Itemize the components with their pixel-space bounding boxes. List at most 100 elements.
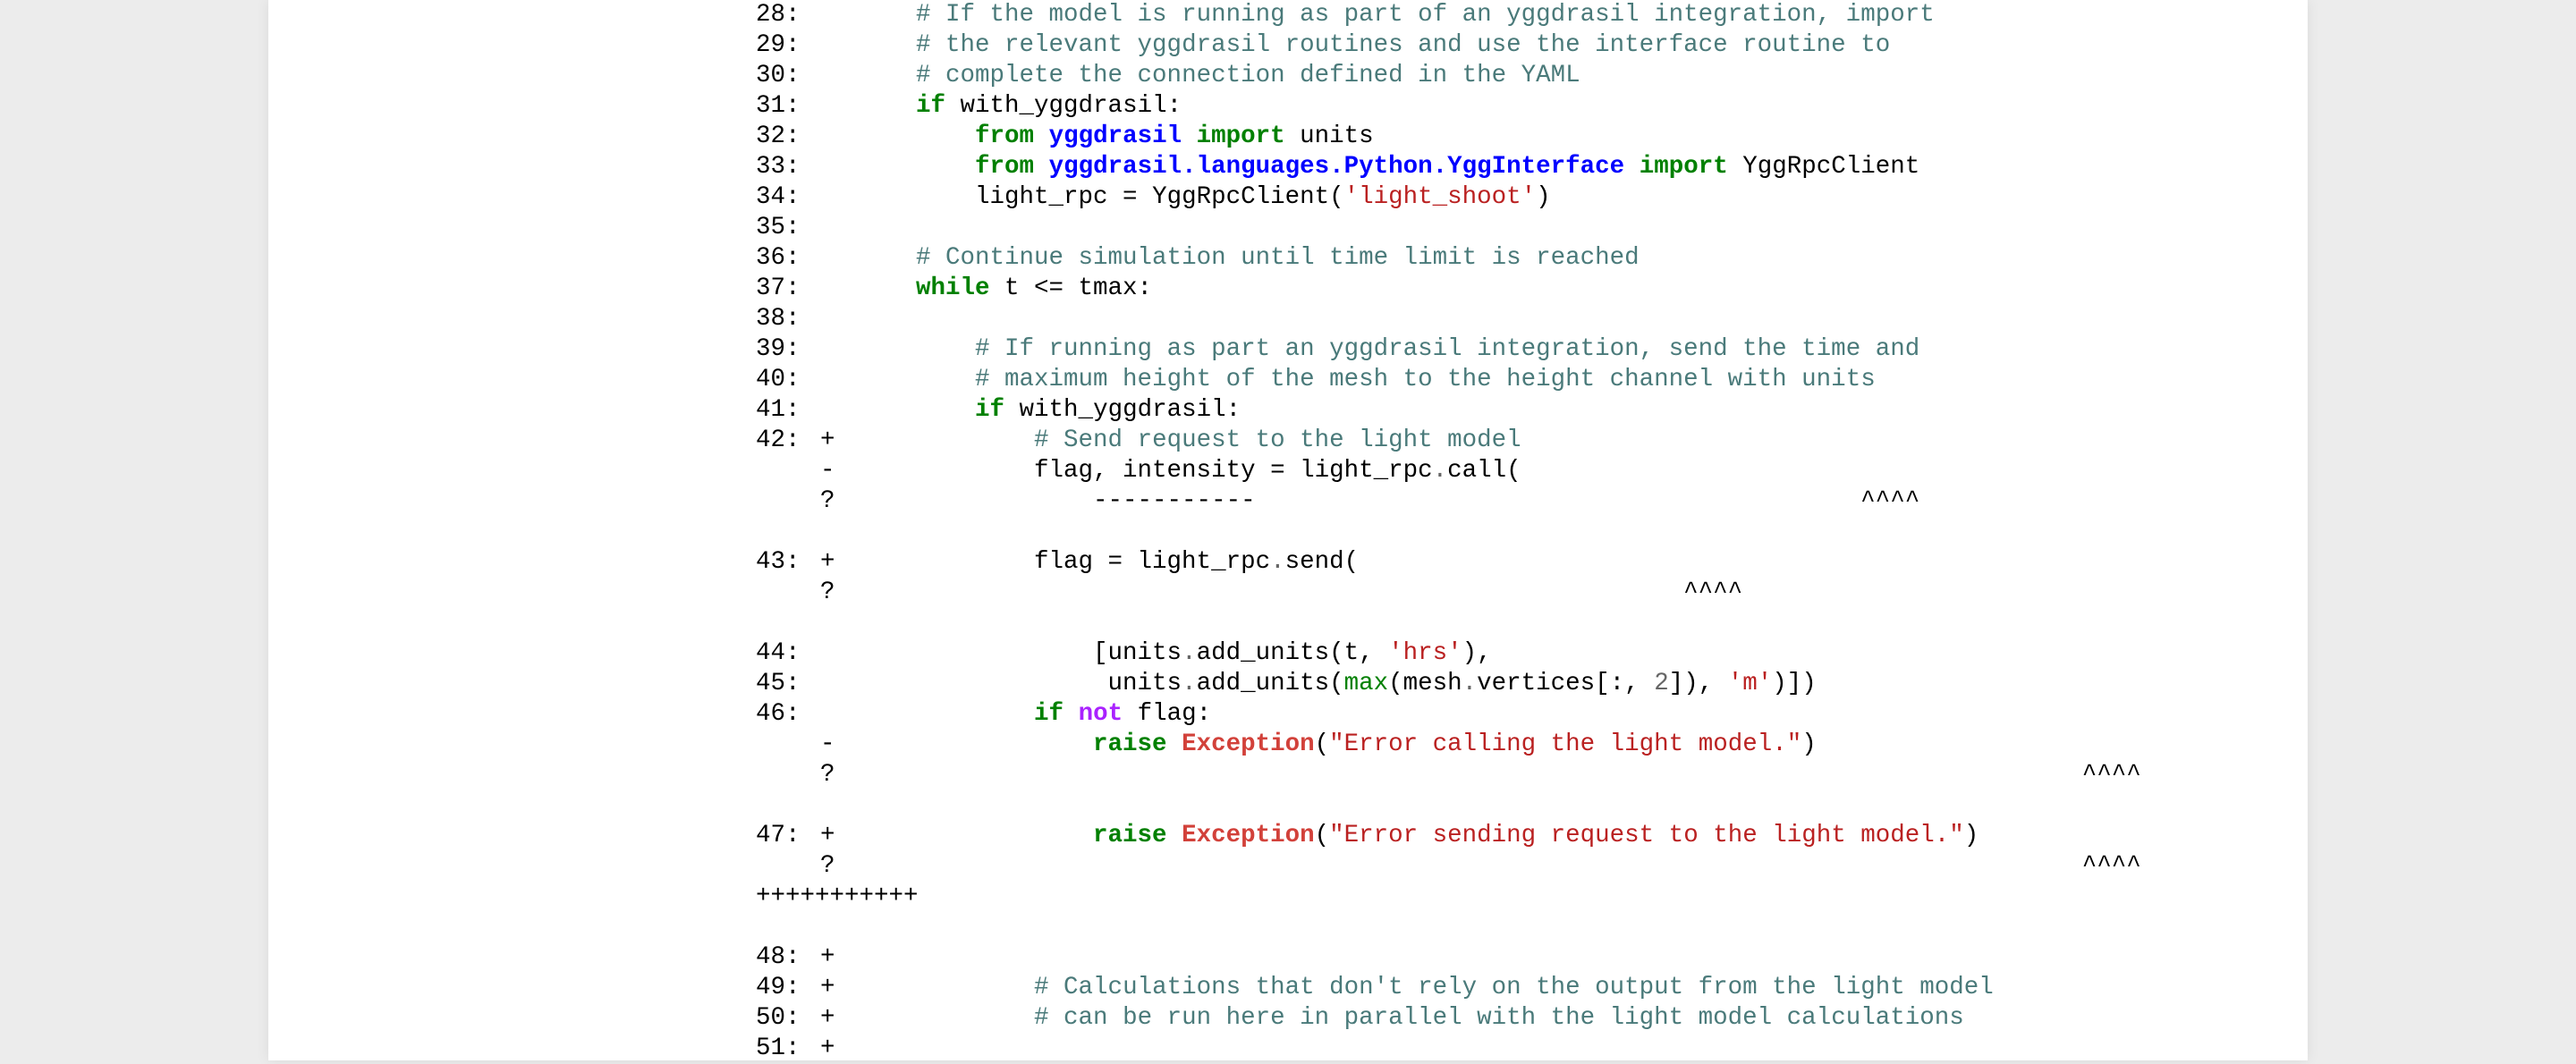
code-token: ^^^^	[857, 852, 2141, 880]
line-number: 30:	[756, 62, 801, 89]
diff-marker: ?	[820, 578, 835, 606]
diff-marker: -	[820, 457, 835, 485]
code-token: raise	[1093, 730, 1167, 758]
code-token: units	[857, 670, 1182, 697]
line-number: 46:	[756, 700, 801, 728]
code-token: .	[1270, 548, 1285, 576]
code-line: - raise Exception("Error calling the lig…	[756, 730, 2141, 760]
code-line: 33: from yggdrasil.languages.Python.YggI…	[756, 152, 2141, 182]
diff-marker: +	[820, 822, 835, 849]
code-token: )	[1963, 822, 1979, 849]
diff-marker: +	[820, 1034, 835, 1062]
code-line: 37: while t <= tmax:	[756, 274, 2141, 304]
code-line: 50: + # can be run here in parallel with …	[756, 1003, 2141, 1034]
code-line: 49: + # Calculations that don't rely on t…	[756, 973, 2141, 1003]
code-token: if	[916, 92, 946, 120]
code-token: t <= tmax:	[989, 274, 1153, 302]
line-number: 34:	[756, 183, 801, 211]
code-token: from	[975, 122, 1035, 150]
code-token: # maximum height of the mesh to the heig…	[975, 366, 1876, 393]
code-line: 31: if with_yggdrasil:	[756, 91, 2141, 122]
line-number: 41:	[756, 396, 801, 424]
line-number: 48:	[756, 943, 801, 971]
code-token: "Error sending request to the light mode…	[1329, 822, 1964, 849]
code-token: .	[1432, 457, 1448, 485]
code-token: (	[1314, 822, 1330, 849]
diff-marker: +	[820, 943, 835, 971]
code-token: )	[1536, 183, 1551, 211]
code-line: 36: # Continue simulation until time lim…	[756, 243, 2141, 274]
line-number: 51:	[756, 1034, 801, 1062]
code-token: 'hrs'	[1388, 639, 1462, 667]
line-number: 45:	[756, 670, 801, 697]
code-token: YggRpcClient	[1727, 153, 1920, 181]
code-token: add_units(t,	[1196, 639, 1389, 667]
code-line: 30: # complete the connection defined in…	[756, 61, 2141, 91]
code-line: 45: units.add_units(max(mesh.vertices[:,…	[756, 669, 2141, 699]
code-token: ^^^^	[857, 578, 1743, 606]
code-token: flag:	[1123, 700, 1212, 728]
line-number: 40:	[756, 366, 801, 393]
document-panel: 28: # If the model is running as part of…	[268, 0, 2308, 1062]
code-token: add_units(	[1196, 670, 1344, 697]
code-line: 44: [units.add_units(t, 'hrs'),	[756, 638, 2141, 669]
code-token: flag = light_rpc	[857, 548, 1271, 576]
code-token: "Error calling the light model."	[1329, 730, 1802, 758]
code-token: Exception	[1182, 730, 1315, 758]
line-number: 44:	[756, 639, 801, 667]
diff-marker: +	[820, 426, 835, 454]
code-line: 28: # If the model is running as part of…	[756, 0, 2141, 30]
code-line: 32: from yggdrasil import units	[756, 122, 2141, 152]
code-token: )])	[1772, 670, 1817, 697]
line-number: 39:	[756, 335, 801, 363]
code-line: 46: if not flag:	[756, 699, 2141, 730]
code-token: # Send request to the light model	[1034, 426, 1521, 454]
code-token: # Calculations that don't rely on the ou…	[1034, 974, 1994, 1001]
code-line: 51: +	[756, 1034, 2141, 1064]
code-diff-block: 28: # If the model is running as part of…	[756, 0, 2141, 1064]
code-line: ? ^^^^	[756, 851, 2141, 882]
code-token: max	[1343, 670, 1389, 697]
code-line: 43: + flag = light_rpc.send(	[756, 547, 2141, 578]
code-token: # Continue simulation until time limit i…	[916, 244, 1640, 272]
code-token: # If running as part an yggdrasil integr…	[975, 335, 1920, 363]
code-token: .	[1182, 670, 1197, 697]
code-token: (	[1314, 730, 1330, 758]
code-line: 40: # maximum height of the mesh to the …	[756, 365, 2141, 395]
diff-marker: ?	[820, 487, 835, 515]
line-number: 50:	[756, 1004, 801, 1032]
line-number: 28:	[756, 1, 801, 29]
code-line: ? ^^^^	[756, 760, 2141, 790]
line-number: 33:	[756, 153, 801, 181]
code-token: Exception	[1182, 822, 1315, 849]
line-number: 36:	[756, 244, 801, 272]
code-token: # can be run here in parallel with the l…	[1034, 1004, 1964, 1032]
diff-marker: +	[820, 974, 835, 1001]
line-number: 31:	[756, 92, 801, 120]
code-token: 2	[1654, 670, 1669, 697]
code-token: import	[1639, 153, 1728, 181]
diff-marker: +	[820, 1004, 835, 1032]
code-token: .	[1462, 670, 1478, 697]
code-token: )	[1801, 730, 1817, 758]
